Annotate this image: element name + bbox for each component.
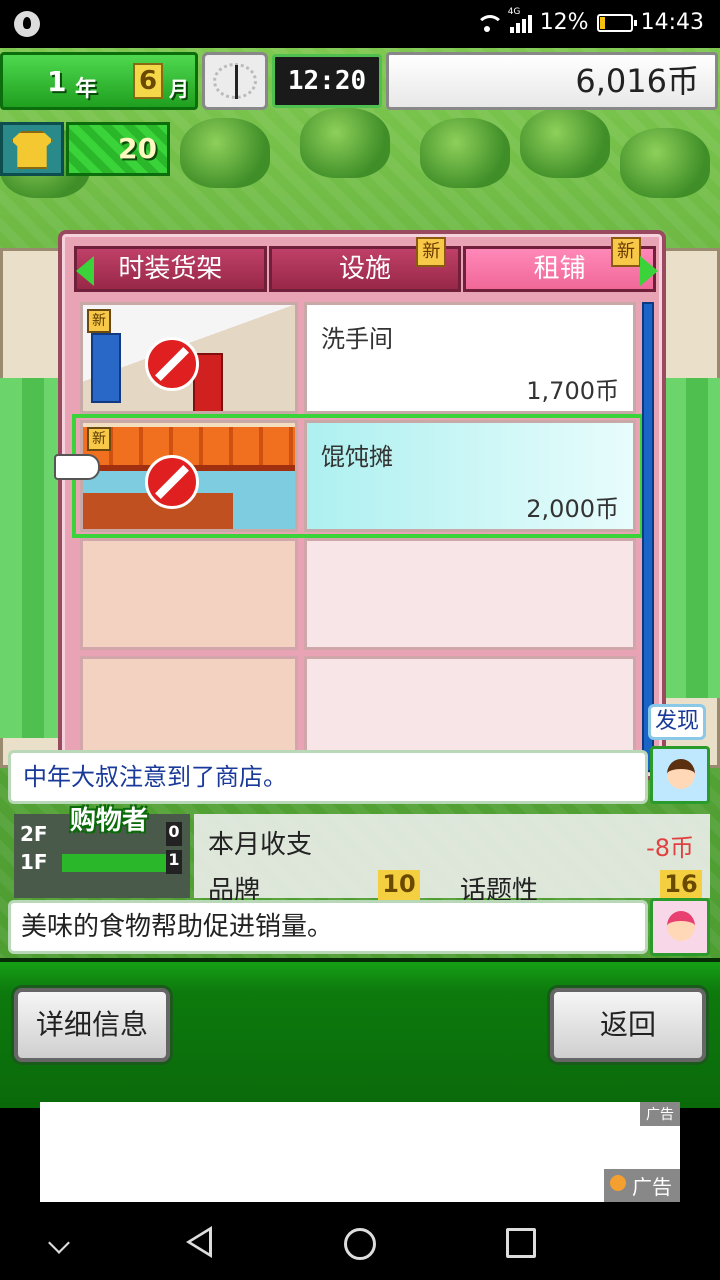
- category-tabs: 时装货架 设施 新 租铺 新: [74, 237, 658, 292]
- unavailable-icon: [145, 337, 199, 391]
- restroom-thumbnail: 新: [80, 302, 298, 414]
- item-price: 2,000币: [526, 495, 619, 523]
- item-name: 洗手间: [321, 325, 393, 353]
- date-display: 1 年 6 月: [0, 52, 198, 110]
- monthly-balance-label: 本月收支: [208, 830, 313, 860]
- empty-thumbnail: [80, 538, 298, 650]
- tab-label: 时装货架: [118, 254, 223, 284]
- tab-prev-arrow-icon[interactable]: [76, 256, 94, 286]
- monthly-balance-value: -8币: [646, 834, 694, 862]
- ad-tag: 广告: [640, 1102, 680, 1126]
- network-type: 4G: [507, 6, 521, 17]
- floor-count: 1: [166, 850, 182, 874]
- shoppers-label: 购物者: [70, 806, 149, 836]
- build-menu-dialog: 时装货架 设施 新 租铺 新 新 洗手间 1,700币 新 馄饨摊 2,000币: [58, 230, 666, 780]
- month-value: 6: [133, 63, 163, 99]
- tab-fashion-rack[interactable]: 时装货架: [74, 246, 267, 292]
- item-info: 洗手间 1,700币: [304, 302, 636, 414]
- list-item-wonton-stall[interactable]: 新 馄饨摊 2,000币: [72, 414, 644, 538]
- back-nav-icon[interactable]: [186, 1226, 212, 1258]
- item-name: 馄饨摊: [321, 443, 393, 471]
- brand-value: 10: [378, 870, 420, 904]
- tab-label: 租铺: [533, 254, 586, 284]
- clock-icon[interactable]: [202, 52, 268, 110]
- man-portrait: [650, 746, 710, 804]
- tree: [300, 108, 390, 178]
- floor-label: 2F: [20, 822, 48, 846]
- floor-row: 1F 1: [18, 850, 186, 876]
- wifi-icon: [474, 13, 504, 33]
- game-view[interactable]: 1 年 6 月 12:20 6,016币 20 时装货架 设施 新 租铺 新 新…: [0, 48, 720, 1108]
- tab-next-arrow-icon[interactable]: [640, 256, 658, 286]
- new-badge: 新: [87, 309, 111, 333]
- control-panel: 详细信息 返回: [0, 958, 720, 1108]
- details-button[interactable]: 详细信息: [14, 988, 170, 1062]
- list-item-restroom[interactable]: 新 洗手间 1,700币: [80, 302, 636, 414]
- ad-banner[interactable]: 广告 广告: [40, 1102, 680, 1202]
- customer-count: 20: [66, 122, 170, 176]
- game-time: 12:20: [272, 54, 382, 108]
- new-badge: 新: [87, 427, 111, 451]
- tree: [180, 118, 270, 188]
- home-nav-icon[interactable]: [344, 1228, 376, 1260]
- item-price: 1,700币: [526, 377, 619, 405]
- stats-panel: 本月收支 -8币 品牌 10 话题性 16: [194, 814, 710, 906]
- notification-icon: [14, 11, 40, 37]
- year-value: 1: [47, 65, 67, 98]
- floor-count: 0: [166, 822, 182, 846]
- wonton-stall-thumbnail: 新: [80, 420, 298, 532]
- item-info: [304, 538, 636, 650]
- back-button[interactable]: 返回: [550, 988, 706, 1062]
- tab-rental-shops[interactable]: 租铺 新: [463, 237, 657, 292]
- advisor-portrait: [650, 898, 710, 956]
- item-list: 新 洗手间 1,700币 新 馄饨摊 2,000币: [72, 302, 644, 772]
- ad-logo[interactable]: 广告: [604, 1169, 680, 1202]
- unavailable-icon: [145, 455, 199, 509]
- new-badge: 新: [416, 237, 447, 267]
- tab-facilities[interactable]: 设施 新: [268, 237, 462, 292]
- shirt-icon[interactable]: [0, 122, 64, 176]
- floor-label: 1F: [20, 850, 48, 874]
- navigation-bar: [0, 1206, 720, 1280]
- item-info: 馄饨摊 2,000币: [304, 420, 636, 532]
- hint-message: 美味的食物帮助促进销量。: [8, 900, 648, 954]
- month-unit: 月: [169, 77, 189, 101]
- new-badge: 新: [611, 237, 642, 267]
- list-scrollbar[interactable]: [642, 302, 654, 772]
- discover-label: 发现: [648, 704, 706, 740]
- money-display: 6,016币: [386, 52, 718, 110]
- floor-tiles: [0, 378, 60, 738]
- notice-message: 中年大叔注意到了商店。: [8, 750, 648, 804]
- year-unit: 年: [75, 77, 98, 102]
- tree: [520, 108, 610, 178]
- battery-percent: 12%: [539, 10, 589, 35]
- pointer-hand-icon: [54, 454, 100, 480]
- status-bar: 4G 12% 14:43: [0, 0, 720, 48]
- tree: [420, 118, 510, 188]
- hide-nav-icon[interactable]: [48, 1232, 70, 1254]
- tab-label: 设施: [339, 254, 392, 284]
- recent-apps-icon[interactable]: [506, 1228, 536, 1258]
- status-time: 14:43: [640, 10, 704, 35]
- floor-tiles: [664, 378, 720, 698]
- battery-icon: [596, 13, 637, 32]
- list-item-empty: [80, 538, 636, 650]
- tree: [620, 128, 710, 198]
- cell-signal-icon: 4G: [508, 7, 532, 33]
- shop-status-panel: 2F 0 1F 1 购物者 本月收支 -8币 品牌 10 话题性 16: [0, 806, 720, 906]
